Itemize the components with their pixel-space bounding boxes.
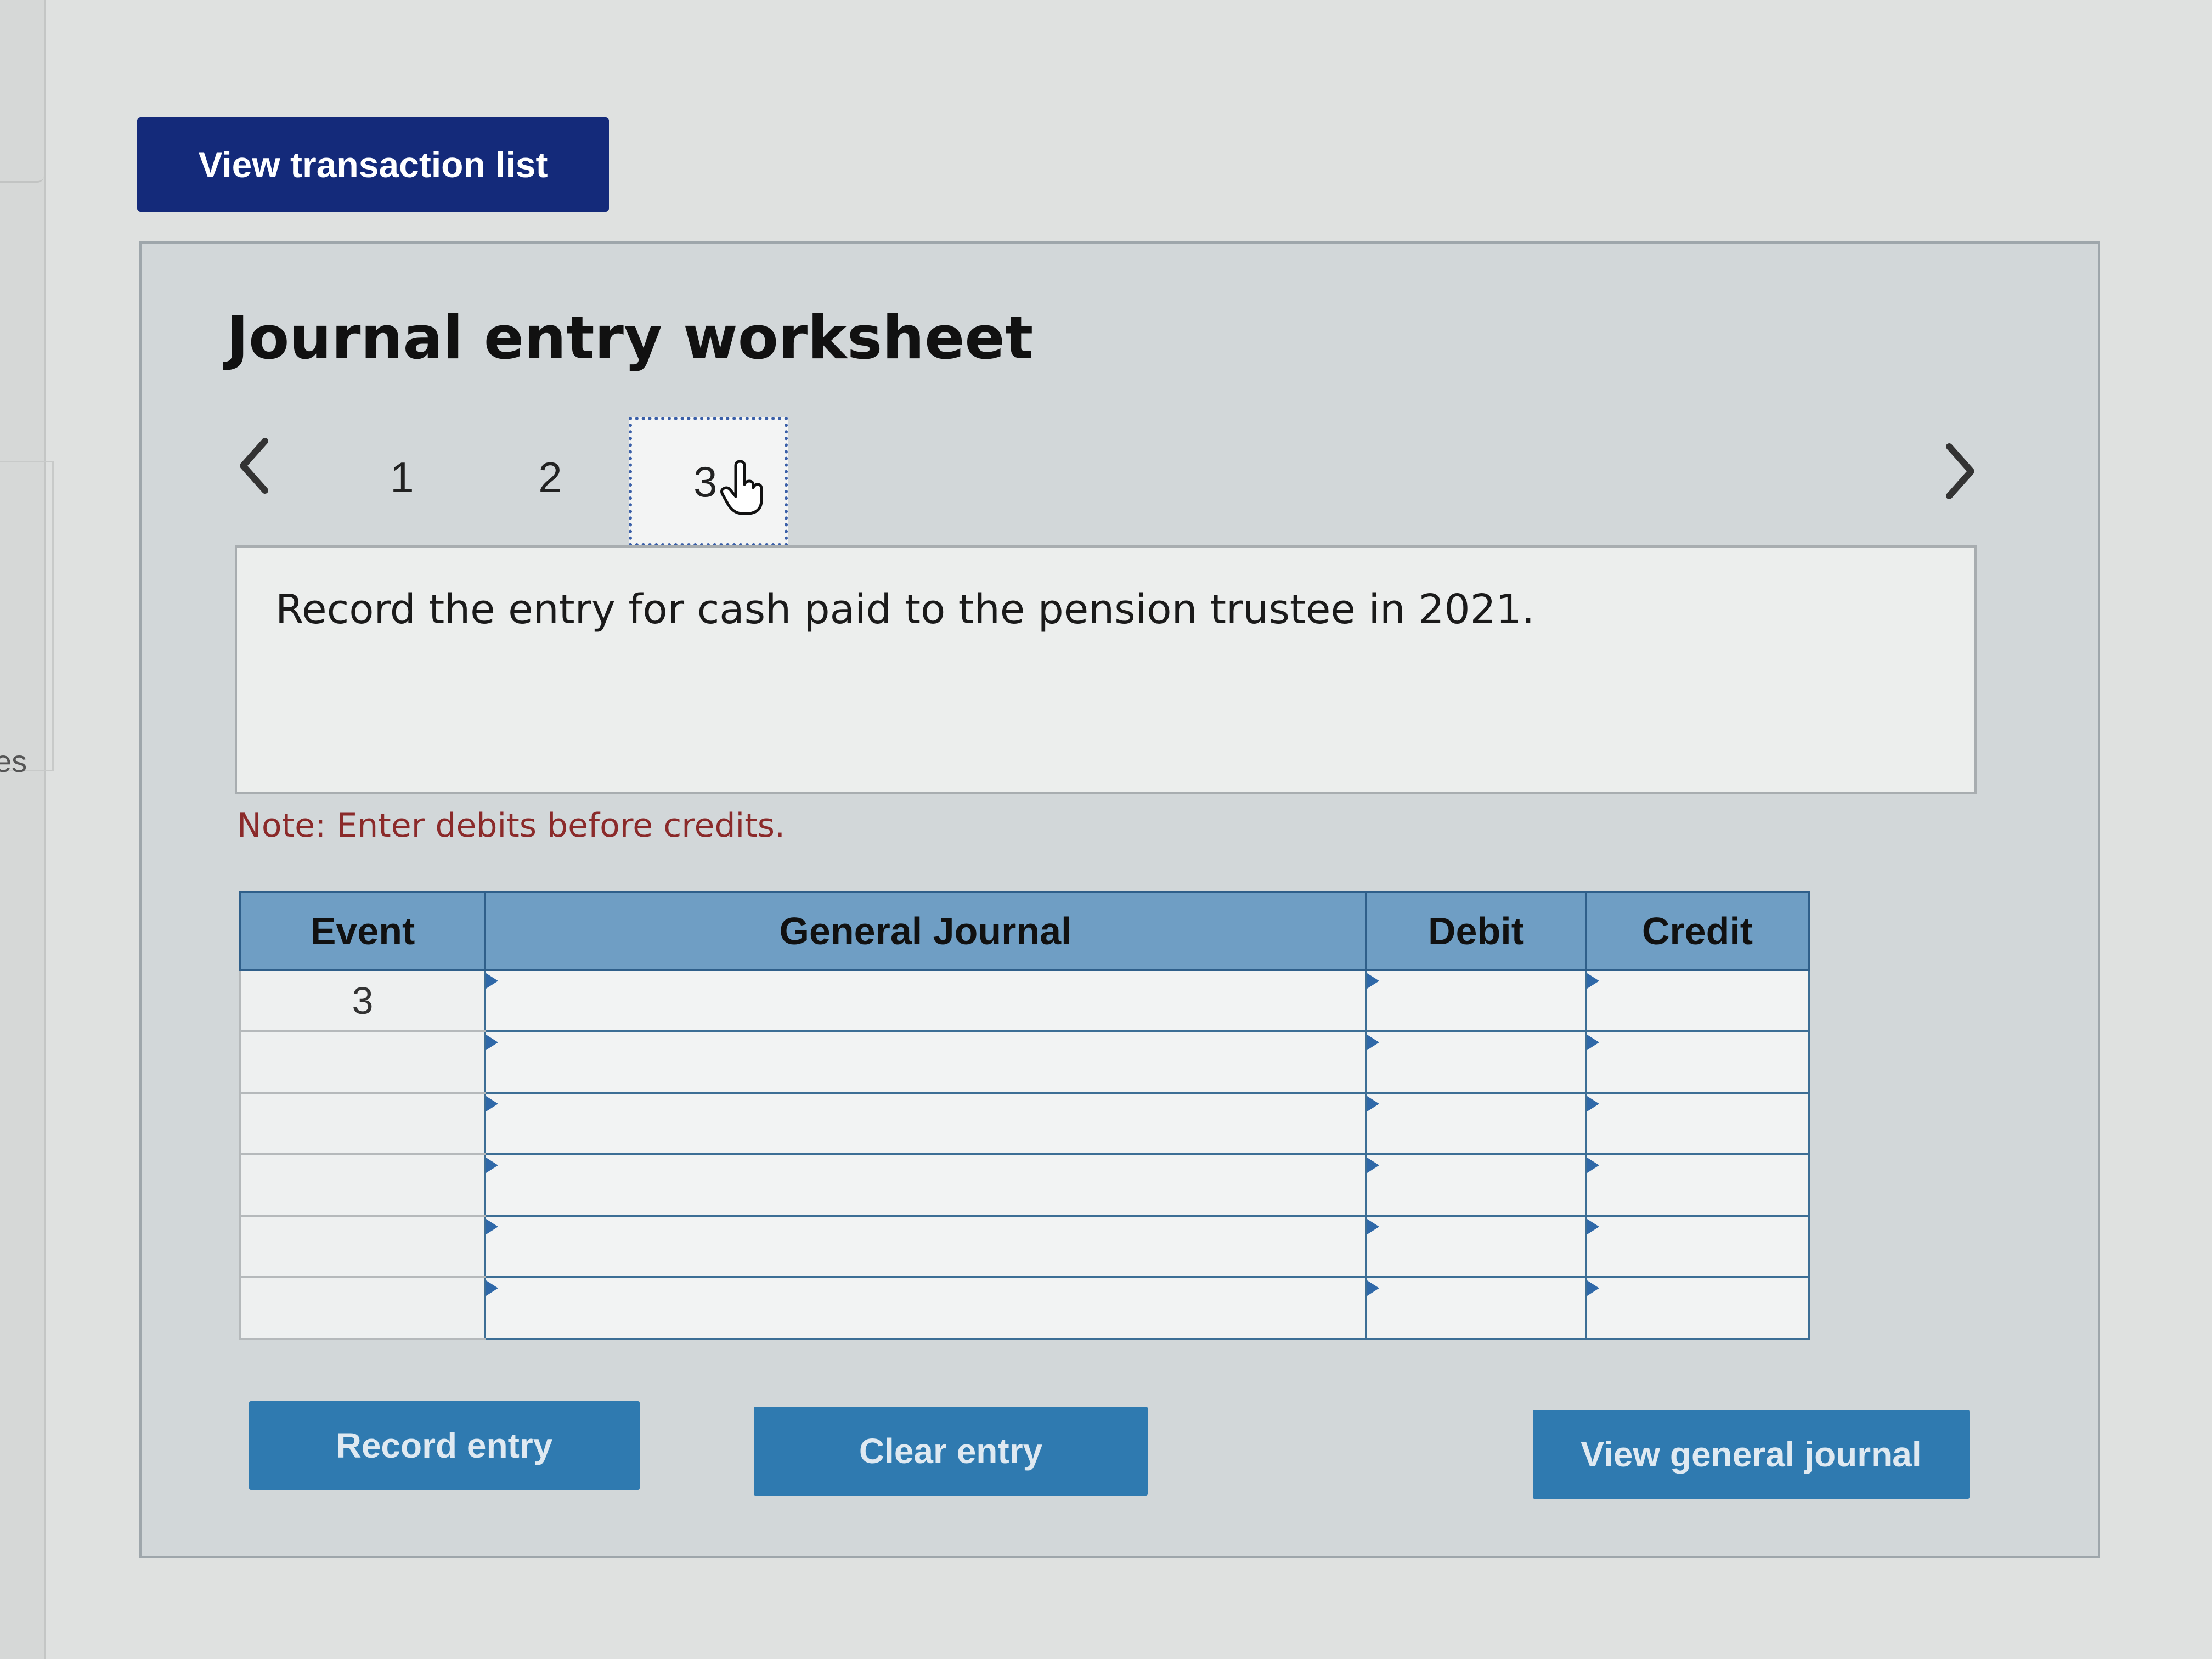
page-tab-1-label: 1 xyxy=(390,453,414,501)
page-tab-3-active[interactable]: 3 xyxy=(629,417,788,546)
hand-pointer-icon xyxy=(720,460,764,526)
debit-input[interactable] xyxy=(1365,1030,1587,1094)
general-journal-input[interactable] xyxy=(484,1030,1367,1094)
table-row xyxy=(239,1215,1810,1278)
table-row: 3 xyxy=(239,969,1810,1032)
event-cell xyxy=(239,1215,486,1278)
journal-entry-table: Event General Journal Debit Credit 3 xyxy=(239,891,1810,1340)
table-row xyxy=(239,1092,1810,1155)
header-credit: Credit xyxy=(1585,891,1810,971)
header-event: Event xyxy=(239,891,486,971)
debit-input[interactable] xyxy=(1365,1215,1587,1278)
next-page-button[interactable] xyxy=(1936,436,1985,507)
general-journal-input[interactable] xyxy=(484,969,1367,1032)
header-general-journal: General Journal xyxy=(484,891,1367,971)
event-cell: 3 xyxy=(239,969,486,1032)
worksheet-title: Journal entry worksheet xyxy=(227,304,1034,373)
debit-input[interactable] xyxy=(1365,1153,1587,1217)
debit-input[interactable] xyxy=(1365,1092,1587,1155)
left-edge-partial-text: es xyxy=(0,744,27,778)
page-tab-2[interactable]: 2 xyxy=(482,417,619,538)
event-cell xyxy=(239,1030,486,1094)
table-row xyxy=(239,1030,1810,1094)
journal-entry-worksheet-panel: Journal entry worksheet 1 2 3 Record the… xyxy=(139,241,2100,1558)
table-row xyxy=(239,1276,1810,1340)
debit-input[interactable] xyxy=(1365,969,1587,1032)
event-cell xyxy=(239,1276,486,1340)
general-journal-input[interactable] xyxy=(484,1153,1367,1217)
table-row xyxy=(239,1153,1810,1217)
page-tab-1[interactable]: 1 xyxy=(334,417,471,538)
left-edge-panel: es xyxy=(0,0,54,1659)
credit-input[interactable] xyxy=(1585,1215,1810,1278)
event-cell xyxy=(239,1153,486,1217)
credit-input[interactable] xyxy=(1585,1276,1810,1340)
view-general-journal-button[interactable]: View general journal xyxy=(1533,1410,1970,1499)
table-header-row: Event General Journal Debit Credit xyxy=(239,891,1810,971)
view-transaction-list-button[interactable]: View transaction list xyxy=(137,117,609,212)
record-entry-button[interactable]: Record entry xyxy=(249,1401,640,1490)
general-journal-input[interactable] xyxy=(484,1215,1367,1278)
left-edge-tab[interactable] xyxy=(0,0,44,183)
general-journal-input[interactable] xyxy=(484,1092,1367,1155)
credit-input[interactable] xyxy=(1585,1092,1810,1155)
credit-input[interactable] xyxy=(1585,1153,1810,1217)
chevron-right-icon xyxy=(1946,443,1974,499)
page-tab-2-label: 2 xyxy=(538,453,562,501)
clear-entry-button[interactable]: Clear entry xyxy=(754,1407,1148,1496)
chevron-left-icon xyxy=(240,438,268,494)
prev-page-button[interactable] xyxy=(229,430,279,501)
debit-input[interactable] xyxy=(1365,1276,1587,1340)
debit-credit-note: Note: Enter debits before credits. xyxy=(237,806,786,845)
header-debit: Debit xyxy=(1365,891,1587,971)
instruction-box: Record the entry for cash paid to the pe… xyxy=(235,545,1977,794)
left-edge-box xyxy=(0,461,54,771)
general-journal-input[interactable] xyxy=(484,1276,1367,1340)
credit-input[interactable] xyxy=(1585,1030,1810,1094)
event-cell xyxy=(239,1092,486,1155)
page-tab-3-label: 3 xyxy=(693,457,718,506)
instruction-text: Record the entry for cash paid to the pe… xyxy=(275,586,1535,633)
credit-input[interactable] xyxy=(1585,969,1810,1032)
